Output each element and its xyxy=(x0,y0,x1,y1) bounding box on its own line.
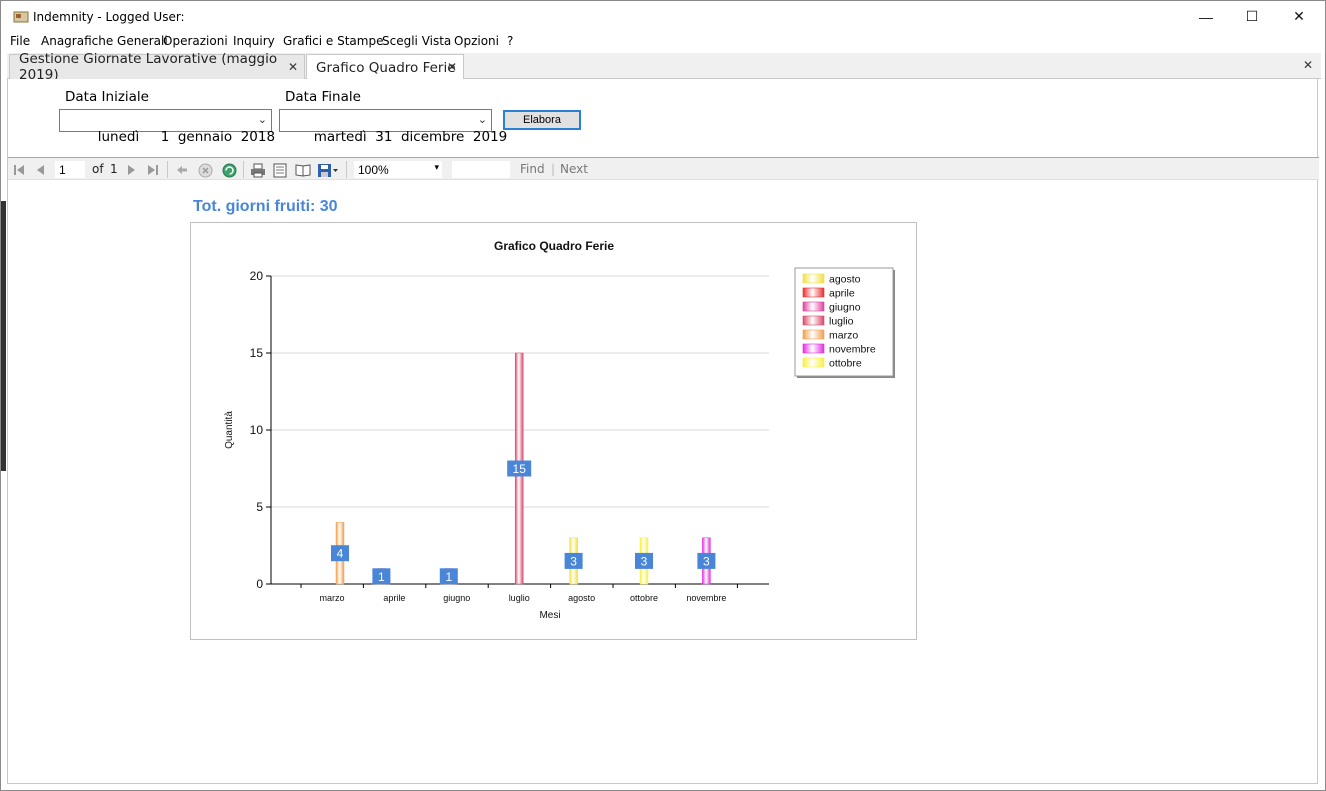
data-label: 4 xyxy=(337,547,344,561)
maximize-button[interactable]: ☐ xyxy=(1229,1,1275,32)
menu-anagrafiche-generali[interactable]: Anagrafiche Generali xyxy=(41,34,168,48)
find-link[interactable]: Find xyxy=(520,162,545,176)
print-layout-icon[interactable] xyxy=(272,162,288,178)
tab-grafico-quadro-ferie[interactable]: Grafico Quadro Ferie ✕ xyxy=(306,54,464,80)
first-page-icon[interactable] xyxy=(12,162,26,178)
x-tick-label: marzo xyxy=(319,593,344,603)
data-label: 3 xyxy=(703,554,710,568)
report-panel: Data Iniziale lunedì 1 gennaio 2018 ⌄ Da… xyxy=(7,79,1319,784)
x-tick-label: aprile xyxy=(383,593,405,603)
legend-swatch-novembre xyxy=(802,343,825,354)
legend-label: luglio xyxy=(829,316,854,328)
y-tick-label: 20 xyxy=(250,269,264,283)
back-icon[interactable] xyxy=(175,162,189,178)
export-save-icon[interactable] xyxy=(317,162,339,178)
toolbar-separator xyxy=(243,161,244,178)
zoom-select[interactable]: 100% ▾ xyxy=(353,160,443,179)
y-tick-label: 0 xyxy=(256,577,263,591)
dropdown-arrow-icon[interactable]: ▾ xyxy=(434,162,439,173)
window-title: Indemnity - Logged User: xyxy=(33,10,185,24)
close-tab-icon[interactable]: ✕ xyxy=(288,60,298,74)
menu-inquiry[interactable]: Inquiry xyxy=(233,34,275,48)
data-label: 15 xyxy=(513,462,527,476)
chart-container: Grafico Quadro Ferie 0 5 10 15 20 Quantità marz… xyxy=(190,222,917,640)
legend-swatch-luglio xyxy=(802,315,825,326)
legend-swatch-aprile xyxy=(802,287,825,298)
start-date-label: Data Iniziale xyxy=(65,89,149,105)
legend-label: novembre xyxy=(829,344,876,356)
x-tick-label: giugno xyxy=(443,593,470,603)
last-page-icon[interactable] xyxy=(146,162,160,178)
menu-bar: File Anagrafiche Generali Operazioni Inq… xyxy=(1,32,1325,52)
menu-grafici-e-stampe[interactable]: Grafici e Stampe xyxy=(283,34,383,48)
legend-label: marzo xyxy=(829,330,858,342)
app-icon xyxy=(13,11,29,23)
start-date-value: lunedì 1 gennaio 2018 xyxy=(97,129,276,145)
chevron-down-icon[interactable]: ⌄ xyxy=(258,113,267,126)
x-tick-label: novembre xyxy=(686,593,726,603)
x-tick-label: ottobre xyxy=(630,593,658,603)
background-window-edge xyxy=(1,201,6,471)
legend-swatch-giugno xyxy=(802,301,825,312)
stop-icon[interactable] xyxy=(197,162,213,178)
minimize-button[interactable]: — xyxy=(1183,1,1229,32)
total-pages: 1 xyxy=(110,162,118,176)
refresh-icon[interactable] xyxy=(221,162,237,178)
data-label: 3 xyxy=(641,554,648,568)
tab-gestione-giornate[interactable]: Gestione Giornate Lavorative (maggio 201… xyxy=(9,51,305,83)
bar-chart: Grafico Quadro Ferie 0 5 10 15 20 Quantità marz… xyxy=(224,239,895,621)
zoom-value: 100% xyxy=(358,163,389,177)
legend-swatch-marzo xyxy=(802,329,825,340)
title-bar[interactable]: Indemnity - Logged User: — ☐ ✕ xyxy=(1,1,1325,32)
next-page-icon[interactable] xyxy=(124,162,138,178)
chevron-down-icon[interactable]: ⌄ xyxy=(478,113,487,126)
total-days-heading: Tot. giorni fruiti: 30 xyxy=(193,198,338,215)
legend-label: ottobre xyxy=(829,358,862,370)
print-icon[interactable] xyxy=(249,162,266,178)
toolbar-separator xyxy=(167,161,168,178)
end-date-value: martedì 31 dicembre 2019 xyxy=(313,129,508,145)
x-tick-label: agosto xyxy=(568,593,595,603)
elabora-button[interactable]: Elabora xyxy=(503,110,581,130)
legend-swatch-agosto xyxy=(802,273,825,284)
y-tick-label: 10 xyxy=(250,423,264,437)
data-label: 1 xyxy=(378,570,385,584)
previous-page-icon[interactable] xyxy=(34,162,48,178)
report-viewer-toolbar: 1 of 1 100% ▾ Find | Next xyxy=(8,157,1319,180)
data-label: 3 xyxy=(570,554,577,568)
close-all-tabs-icon[interactable]: ✕ xyxy=(1303,58,1313,72)
data-label: 1 xyxy=(445,570,452,584)
end-date-label: Data Finale xyxy=(285,89,361,105)
document-tab-strip: Gestione Giornate Lavorative (maggio 201… xyxy=(7,51,1321,83)
x-axis-label: Mesi xyxy=(539,610,560,621)
menu-file[interactable]: File xyxy=(10,34,30,48)
page-setup-icon[interactable] xyxy=(294,162,311,178)
y-axis-label: Quantità xyxy=(224,411,235,449)
find-separator: | xyxy=(551,162,556,176)
legend-label: aprile xyxy=(829,288,855,300)
menu-opzioni[interactable]: Opzioni xyxy=(454,34,499,48)
legend-label: giugno xyxy=(829,302,861,314)
of-label: of xyxy=(92,162,104,176)
menu-scegli-vista[interactable]: Scegli Vista xyxy=(382,34,451,48)
end-date-picker[interactable]: martedì 31 dicembre 2019 ⌄ xyxy=(279,109,507,145)
close-tab-icon[interactable]: ✕ xyxy=(447,60,457,74)
menu-operazioni[interactable]: Operazioni xyxy=(163,34,228,48)
tab-label: Grafico Quadro Ferie xyxy=(316,59,456,76)
close-window-button[interactable]: ✕ xyxy=(1276,1,1322,32)
app-window: Indemnity - Logged User: — ☐ ✕ File Anag… xyxy=(0,0,1326,791)
next-link[interactable]: Next xyxy=(560,162,588,176)
y-tick-label: 15 xyxy=(250,346,264,360)
start-date-picker[interactable]: lunedì 1 gennaio 2018 ⌄ xyxy=(59,109,275,145)
x-tick-label: luglio xyxy=(509,593,530,603)
legend-swatch-ottobre xyxy=(802,357,825,368)
find-text-input[interactable] xyxy=(451,160,511,179)
legend-label: agosto xyxy=(829,274,861,286)
chart-title: Grafico Quadro Ferie xyxy=(494,239,614,253)
toolbar-separator xyxy=(346,161,347,178)
menu-help[interactable]: ? xyxy=(507,34,513,48)
y-tick-label: 5 xyxy=(256,500,263,514)
current-page-input[interactable]: 1 xyxy=(54,160,86,179)
